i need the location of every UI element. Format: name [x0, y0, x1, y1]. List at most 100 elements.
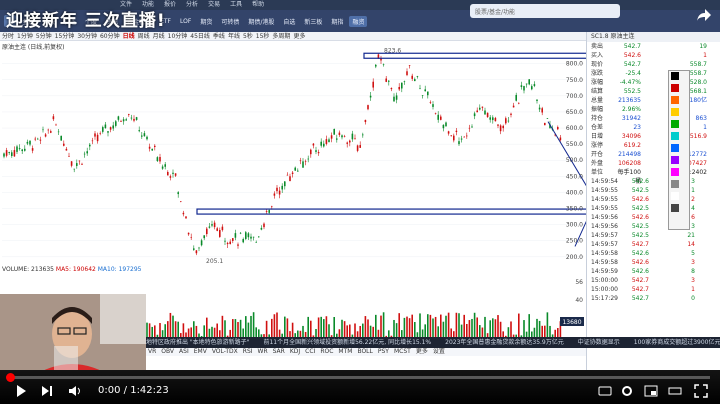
indicator-tab[interactable]: OBV [161, 347, 174, 356]
tool-custom[interactable]: 自选 [280, 16, 298, 27]
candle-body [180, 201, 182, 202]
candle-body [185, 216, 187, 219]
ticker-item[interactable]: 中证协数据显示 [578, 339, 620, 346]
candle-body [297, 170, 299, 172]
indicator-tab[interactable]: PSY [378, 347, 389, 356]
progress-bar[interactable] [6, 373, 710, 382]
indicator-tab[interactable]: EMV [194, 347, 207, 356]
search-input[interactable]: 股票/基金/功能 [470, 4, 620, 18]
candle-body [198, 247, 200, 249]
candle-body [221, 226, 224, 231]
color-palette[interactable] [668, 70, 690, 230]
theater-icon[interactable] [668, 384, 682, 398]
candle-body [338, 132, 341, 135]
color-swatch[interactable] [671, 132, 679, 140]
quote-key: 卖出 [591, 43, 604, 50]
candle-body [242, 239, 244, 243]
menu-quote[interactable]: 报价 [164, 0, 176, 10]
tick-time: 15:00:00 [591, 277, 618, 284]
candle-body [68, 155, 70, 157]
candle-body [190, 237, 192, 238]
time-current: 0:00 [98, 385, 121, 396]
color-swatch[interactable] [671, 108, 679, 116]
candle-body [200, 240, 203, 246]
indicator-tab[interactable]: BOLL [357, 347, 372, 356]
ticker-item[interactable]: 地特区政府推出 "本地特色旅游新路子" [146, 339, 249, 346]
candle-body [128, 113, 130, 115]
tool-convertible[interactable]: 可转债 [218, 16, 242, 27]
color-swatch[interactable] [671, 204, 679, 212]
ticker-item[interactable]: 100家券商成交额超过3900亿元 [634, 339, 720, 346]
indicator-tab[interactable]: RSI [243, 347, 253, 356]
ticker-item[interactable]: 前11个月全国新兴领域投资额新增56.22亿元, 同比增长15.1% [263, 339, 431, 346]
candle-body [528, 79, 530, 85]
indicator-tab[interactable]: 设置 [433, 347, 445, 356]
candle-body [432, 104, 434, 107]
indicator-tab[interactable]: WR [258, 347, 268, 356]
menu-analysis[interactable]: 分析 [186, 0, 198, 10]
candle-body [265, 211, 268, 212]
progress-knob[interactable] [6, 373, 15, 382]
candle-body [466, 135, 468, 137]
quote-row: 日增 34096 516.9 [587, 132, 720, 141]
tool-index-futures[interactable]: 期指 [328, 16, 346, 27]
tool-neeq[interactable]: 新三板 [301, 16, 325, 27]
indicator-tab[interactable]: ASI [179, 347, 189, 356]
chart-grid [2, 63, 584, 258]
color-swatch[interactable] [671, 168, 679, 176]
indicator-tab[interactable]: VR [148, 347, 156, 356]
candle-body [89, 144, 91, 147]
indicator-tab[interactable]: MCST [394, 347, 411, 356]
candle-body [473, 113, 476, 117]
candle-body [286, 174, 289, 176]
color-swatch[interactable] [671, 72, 679, 80]
tool-hk[interactable]: 期债/港股 [245, 16, 277, 27]
color-swatch[interactable] [671, 180, 679, 188]
volume-icon[interactable] [68, 384, 82, 398]
play-icon[interactable] [14, 384, 28, 398]
indicator-tab[interactable]: SAR [273, 347, 285, 356]
candle-body [52, 116, 55, 120]
next-icon[interactable] [40, 384, 54, 398]
indicator-tab[interactable]: ROC [320, 347, 333, 356]
share-icon[interactable] [696, 8, 712, 22]
candle-body [37, 138, 39, 140]
quote-row: 结算 552.5 568.1 [587, 87, 720, 96]
tick-row: 14:59:55 542.5 4 [587, 204, 720, 213]
menu-tools[interactable]: 工具 [230, 0, 242, 10]
tick-price: 542.6 [631, 214, 649, 221]
candle-body [427, 91, 429, 96]
tool-futures[interactable]: 期货 [197, 16, 215, 27]
color-swatch[interactable] [671, 96, 679, 104]
tick-price: 542.6 [631, 250, 649, 257]
color-swatch[interactable] [671, 192, 679, 200]
candle-body [208, 226, 211, 228]
menu-help[interactable]: 帮助 [252, 0, 264, 10]
candle-body [393, 96, 395, 102]
fullscreen-icon[interactable] [694, 384, 708, 398]
color-swatch[interactable] [671, 120, 679, 128]
candle-body [187, 232, 190, 235]
captions-icon[interactable] [598, 384, 612, 398]
indicator-tab[interactable]: CCI [305, 347, 315, 356]
menu-trade[interactable]: 交易 [208, 0, 220, 10]
candle-body [390, 88, 393, 90]
settings-icon[interactable] [620, 384, 634, 398]
indicator-tab[interactable]: KDJ [290, 347, 300, 356]
miniplayer-icon[interactable] [644, 384, 658, 398]
tick-volume: 8 [691, 268, 695, 275]
tick-row: 14:59:59 542.6 8 [587, 267, 720, 276]
candle-body [304, 161, 307, 162]
color-swatch[interactable] [671, 144, 679, 152]
tick-time: 14:59:59 [591, 268, 618, 275]
indicator-tab[interactable]: MTM [338, 347, 352, 356]
color-swatch[interactable] [671, 84, 679, 92]
tool-margin[interactable]: 融资 [349, 15, 368, 27]
indicator-tab[interactable]: VOL-TDX [212, 347, 238, 356]
tool-lof[interactable]: LOF [177, 17, 194, 26]
color-swatch[interactable] [671, 156, 679, 164]
candle-body [486, 112, 489, 118]
candle-body [159, 156, 161, 162]
ticker-item[interactable]: 2023年全国普惠金融贷款余额达35.9万亿元 [445, 339, 564, 346]
indicator-tab[interactable]: 更多 [416, 347, 428, 356]
